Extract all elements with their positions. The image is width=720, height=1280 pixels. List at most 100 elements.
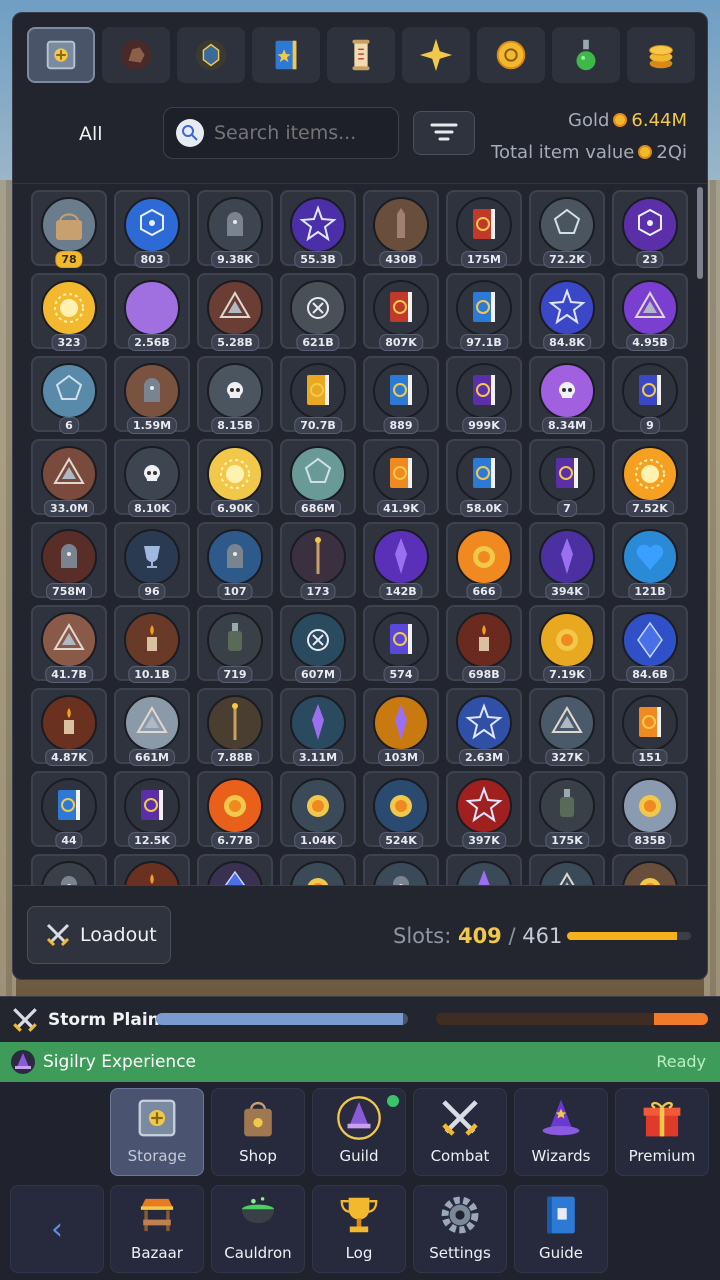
item-slot[interactable]: 686M [280, 439, 356, 517]
item-slot[interactable] [446, 854, 522, 885]
item-slot[interactable]: 7.52K [612, 439, 688, 517]
item-slot[interactable]: 175K [529, 771, 605, 849]
tab-scroll[interactable] [327, 27, 395, 83]
item-slot[interactable]: 58.0K [446, 439, 522, 517]
item-slot[interactable]: 999K [446, 356, 522, 434]
item-slot[interactable]: 55.3B [280, 190, 356, 268]
item-slot[interactable] [612, 854, 688, 885]
search-input[interactable] [214, 122, 394, 144]
item-slot[interactable] [114, 854, 190, 885]
item-slot[interactable]: 6.77B [197, 771, 273, 849]
nav-log[interactable]: Log [312, 1185, 406, 1273]
item-slot[interactable]: 6.90K [197, 439, 273, 517]
item-slot[interactable]: 661M [114, 688, 190, 766]
all-filter-label[interactable]: All [79, 123, 103, 145]
item-slot[interactable]: 151 [612, 688, 688, 766]
item-slot[interactable]: 758M [31, 522, 107, 600]
item-slot[interactable]: 835B [612, 771, 688, 849]
item-slot[interactable]: 41.7B [31, 605, 107, 683]
sort-filter-button[interactable] [413, 111, 475, 155]
item-slot[interactable]: 8.15B [197, 356, 273, 434]
item-slot[interactable]: 121B [612, 522, 688, 600]
tab-storage[interactable] [27, 27, 95, 83]
item-slot[interactable] [31, 854, 107, 885]
item-slot[interactable]: 607M [280, 605, 356, 683]
item-slot[interactable]: 96 [114, 522, 190, 600]
item-slot[interactable]: 1.59M [114, 356, 190, 434]
item-slot[interactable]: 84.8K [529, 273, 605, 351]
item-slot[interactable]: 8.10K [114, 439, 190, 517]
nav-shop[interactable]: Shop [211, 1088, 305, 1176]
nav-premium[interactable]: Premium [615, 1088, 709, 1176]
item-slot[interactable]: 84.6B [612, 605, 688, 683]
item-slot[interactable]: 889 [363, 356, 439, 434]
item-slot[interactable]: 698B [446, 605, 522, 683]
item-slot[interactable]: 7 [529, 439, 605, 517]
item-slot[interactable]: 23 [612, 190, 688, 268]
item-slot[interactable]: 719 [197, 605, 273, 683]
item-slot[interactable]: 9 [612, 356, 688, 434]
item-slot[interactable]: 6 [31, 356, 107, 434]
item-slot[interactable]: 97.1B [446, 273, 522, 351]
nav-guild[interactable]: Guild [312, 1088, 406, 1176]
loadout-button[interactable]: Loadout [27, 906, 171, 964]
item-slot[interactable]: 9.38K [197, 190, 273, 268]
item-slot[interactable]: 524K [363, 771, 439, 849]
item-slot[interactable]: 397K [446, 771, 522, 849]
item-slot[interactable]: 7.88B [197, 688, 273, 766]
item-slot[interactable]: 323 [31, 273, 107, 351]
item-slot[interactable]: 574 [363, 605, 439, 683]
nav-storage[interactable]: Storage [110, 1088, 204, 1176]
grid-scrollbar[interactable] [697, 187, 703, 279]
item-slot[interactable]: 12.5K [114, 771, 190, 849]
item-slot[interactable]: 621B [280, 273, 356, 351]
item-slot[interactable]: 4.87K [31, 688, 107, 766]
tab-potion[interactable] [552, 27, 620, 83]
item-slot[interactable]: 173 [280, 522, 356, 600]
item-slot[interactable]: 107 [197, 522, 273, 600]
item-slot[interactable]: 3.11M [280, 688, 356, 766]
item-slot[interactable]: 807K [363, 273, 439, 351]
item-slot[interactable] [529, 854, 605, 885]
item-slot[interactable]: 41.9K [363, 439, 439, 517]
item-slot[interactable]: 430B [363, 190, 439, 268]
item-slot[interactable]: 4.95B [612, 273, 688, 351]
item-slot[interactable]: 2.63M [446, 688, 522, 766]
item-slot[interactable]: 7.19K [529, 605, 605, 683]
item-grid-viewport[interactable]: 78 803 9.38K 55.3B 430B 175M 72.2K 23 323 2.56B 5.… [13, 183, 707, 885]
item-slot[interactable]: 103M [363, 688, 439, 766]
back-button[interactable]: ‹ [10, 1185, 104, 1273]
tab-tome[interactable] [252, 27, 320, 83]
tab-sparkle[interactable] [402, 27, 470, 83]
nav-cauldron[interactable]: Cauldron [211, 1185, 305, 1273]
item-slot[interactable]: 10.1B [114, 605, 190, 683]
area-status-bar[interactable]: Storm Plains [0, 996, 720, 1042]
item-slot[interactable]: 72.2K [529, 190, 605, 268]
nav-combat[interactable]: Combat [413, 1088, 507, 1176]
tab-medal[interactable] [477, 27, 545, 83]
item-slot[interactable] [197, 854, 273, 885]
tab-ore[interactable] [102, 27, 170, 83]
item-slot[interactable]: 5.28B [197, 273, 273, 351]
item-slot[interactable]: 394K [529, 522, 605, 600]
item-slot[interactable]: 44 [31, 771, 107, 849]
item-slot[interactable]: 142B [363, 522, 439, 600]
item-slot[interactable]: 666 [446, 522, 522, 600]
tab-gem[interactable] [177, 27, 245, 83]
nav-settings[interactable]: Settings [413, 1185, 507, 1273]
tab-gold-stack[interactable] [627, 27, 695, 83]
item-slot[interactable]: 2.56B [114, 273, 190, 351]
item-slot[interactable]: 8.34M [529, 356, 605, 434]
item-slot[interactable]: 33.0M [31, 439, 107, 517]
item-slot[interactable] [363, 854, 439, 885]
nav-bazaar[interactable]: Bazaar [110, 1185, 204, 1273]
item-slot[interactable]: 327K [529, 688, 605, 766]
nav-wizards[interactable]: Wizards [514, 1088, 608, 1176]
item-slot[interactable]: 1.04K [280, 771, 356, 849]
item-slot[interactable]: 803 [114, 190, 190, 268]
item-slot[interactable]: 70.7B [280, 356, 356, 434]
nav-guide[interactable]: Guide [514, 1185, 608, 1273]
item-slot[interactable] [280, 854, 356, 885]
experience-bar[interactable]: Sigilry Experience Ready [0, 1042, 720, 1082]
item-slot[interactable]: 175M [446, 190, 522, 268]
